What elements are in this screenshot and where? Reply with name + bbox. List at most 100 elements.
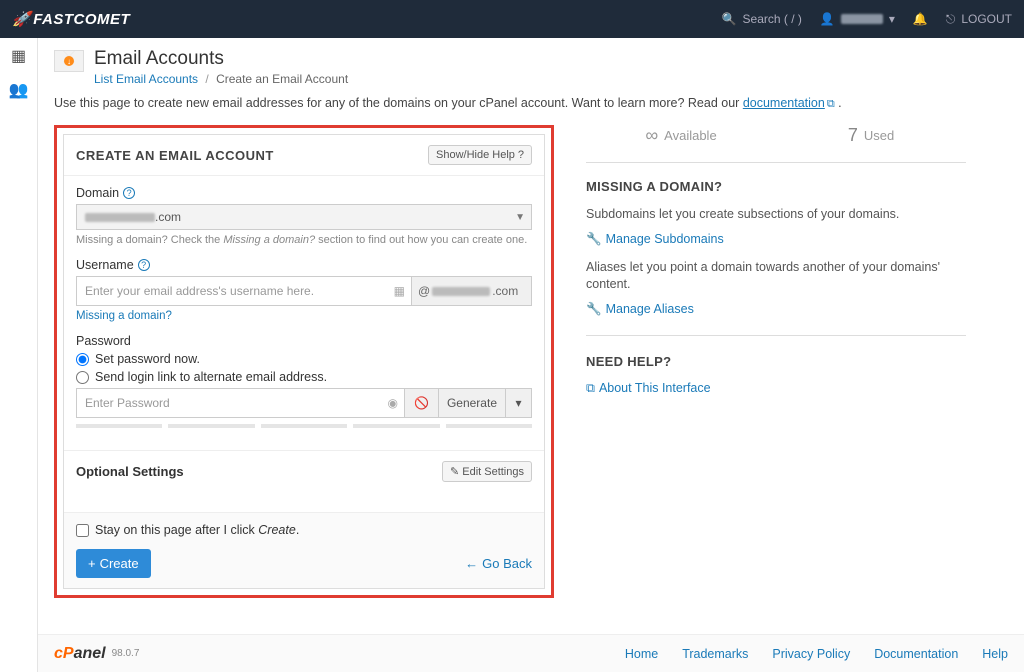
username-group: Username ? Enter your email address's us… bbox=[76, 258, 532, 322]
password-placeholder: Enter Password bbox=[85, 396, 170, 410]
subdomain-text: Subdomains let you create subsections of… bbox=[586, 206, 966, 224]
radio-send-link[interactable]: Send login link to alternate email addre… bbox=[76, 370, 532, 384]
alias-text: Aliases let you point a domain towards a… bbox=[586, 259, 966, 294]
users-icon[interactable]: 👥 bbox=[9, 80, 29, 100]
username-input[interactable]: Enter your email address's username here… bbox=[76, 276, 412, 306]
logout-label: LOGOUT bbox=[961, 12, 1012, 26]
user-menu[interactable]: 👤 ▾ bbox=[820, 12, 895, 26]
username-addon: @ .com bbox=[412, 276, 532, 306]
need-help-heading: NEED HELP? bbox=[586, 354, 966, 369]
page-header: ↓ Email Accounts List Email Accounts / C… bbox=[54, 48, 1008, 86]
available-label: Available bbox=[664, 128, 717, 143]
page-title: Email Accounts bbox=[94, 48, 348, 70]
chevron-down-icon: ▾ bbox=[889, 12, 895, 26]
breadcrumb-current: Create an Email Account bbox=[216, 72, 348, 86]
help-icon[interactable]: ? bbox=[123, 187, 135, 199]
right-column: ∞ Available 7 Used MISSING A DOMAIN? Sub… bbox=[586, 125, 966, 598]
username-placeholder: Enter your email address's username here… bbox=[85, 284, 314, 298]
username-label-text: Username bbox=[76, 258, 134, 272]
panel-body: Domain ? .com ▼ Missing a domain? Check … bbox=[64, 176, 544, 450]
radio-now-input[interactable] bbox=[76, 353, 89, 366]
search-box[interactable]: 🔍 Search ( / ) bbox=[722, 12, 802, 26]
radio-link-label: Send login link to alternate email addre… bbox=[95, 370, 327, 384]
panel-footer: Stay on this page after I click Create. … bbox=[64, 512, 544, 588]
rocket-icon: 🚀 bbox=[12, 10, 31, 28]
arrow-left-icon: ← bbox=[465, 556, 478, 571]
show-hide-help-button[interactable]: Show/Hide Help ? bbox=[428, 145, 532, 165]
wrench-icon: 🔧 bbox=[586, 302, 602, 317]
panel-heading: CREATE AN EMAIL ACCOUNT bbox=[76, 148, 274, 163]
brand-text: FASTCOMET bbox=[33, 11, 130, 28]
search-placeholder: Search ( / ) bbox=[743, 12, 802, 26]
footer-buttons: + Create ← Go Back bbox=[76, 549, 532, 578]
go-back-label: Go Back bbox=[482, 556, 532, 571]
stat-used: 7 Used bbox=[776, 125, 966, 146]
password-strength bbox=[76, 424, 532, 428]
infinity-icon: ∞ bbox=[645, 125, 658, 146]
manage-subdomains-link[interactable]: 🔧 Manage Subdomains bbox=[586, 232, 966, 247]
radio-now-label: Set password now. bbox=[95, 352, 200, 366]
optional-heading: Optional Settings bbox=[76, 464, 184, 479]
generate-button[interactable]: Generate bbox=[439, 388, 506, 418]
radio-set-now[interactable]: Set password now. bbox=[76, 352, 532, 366]
go-back-link[interactable]: ← Go Back bbox=[465, 556, 532, 571]
apps-icon[interactable]: ▦ bbox=[11, 46, 26, 66]
sidebar: ▦ 👥 bbox=[0, 38, 38, 672]
show-help-label: Show/Hide Help bbox=[436, 149, 515, 161]
password-label: Password bbox=[76, 334, 532, 348]
domain-label: Domain ? bbox=[76, 186, 532, 200]
radio-link-input[interactable] bbox=[76, 371, 89, 384]
stay-checkbox[interactable] bbox=[76, 524, 89, 537]
logout-button[interactable]: ⎋ LOGOUT bbox=[946, 12, 1012, 27]
stay-checkbox-row[interactable]: Stay on this page after I click Create. bbox=[76, 523, 532, 537]
footer-link-home[interactable]: Home bbox=[625, 647, 658, 661]
breadcrumb: List Email Accounts / Create an Email Ac… bbox=[94, 72, 348, 86]
brand-logo: 🚀 FASTCOMET bbox=[12, 10, 130, 28]
logout-icon: ⎋ bbox=[946, 12, 956, 27]
generate-dropdown-button[interactable]: ▾ bbox=[506, 388, 532, 418]
bell-icon[interactable]: 🔔 bbox=[913, 12, 928, 26]
columns: CREATE AN EMAIL ACCOUNT Show/Hide Help ?… bbox=[54, 125, 1008, 598]
missing-domain-heading: MISSING A DOMAIN? bbox=[586, 179, 966, 194]
used-number: 7 bbox=[848, 125, 858, 146]
external-link-icon: ⧉ bbox=[586, 381, 595, 396]
manage-aliases-link[interactable]: 🔧 Manage Aliases bbox=[586, 302, 966, 317]
password-row: Enter Password ◉ 🚫 Generate ▾ bbox=[76, 388, 532, 418]
reveal-icon[interactable]: ◉ bbox=[387, 396, 397, 410]
highlight-box: CREATE AN EMAIL ACCOUNT Show/Hide Help ?… bbox=[54, 125, 554, 598]
footer-link-trademarks[interactable]: Trademarks bbox=[682, 647, 748, 661]
edit-settings-button[interactable]: ✎ Edit Settings bbox=[442, 461, 532, 482]
intro-pre: Use this page to create new email addres… bbox=[54, 96, 743, 110]
password-input[interactable]: Enter Password ◉ bbox=[76, 388, 405, 418]
optional-header: Optional Settings ✎ Edit Settings bbox=[64, 450, 544, 492]
documentation-link[interactable]: documentation bbox=[743, 96, 825, 110]
domain-label-text: Domain bbox=[76, 186, 119, 200]
pencil-icon: ✎ bbox=[450, 465, 459, 478]
question-icon: ? bbox=[518, 149, 524, 161]
footer-link-documentation[interactable]: Documentation bbox=[874, 647, 958, 661]
hide-password-button[interactable]: 🚫 bbox=[405, 388, 439, 418]
main-content: ↓ Email Accounts List Email Accounts / C… bbox=[38, 38, 1024, 672]
create-label: Create bbox=[100, 556, 139, 571]
missing-domain-link[interactable]: Missing a domain? bbox=[76, 310, 172, 322]
stat-available: ∞ Available bbox=[586, 125, 776, 146]
about-interface-link[interactable]: ⧉ About This Interface bbox=[586, 381, 966, 396]
version: 98.0.7 bbox=[112, 648, 140, 659]
intro-text: Use this page to create new email addres… bbox=[54, 96, 1008, 111]
breadcrumb-list-link[interactable]: List Email Accounts bbox=[94, 72, 198, 86]
domain-select[interactable]: .com ▼ bbox=[76, 204, 532, 230]
footer-link-privacy[interactable]: Privacy Policy bbox=[772, 647, 850, 661]
addon-redacted bbox=[432, 287, 490, 296]
wrench-icon: 🔧 bbox=[586, 232, 602, 247]
domain-redacted bbox=[85, 213, 155, 222]
user-icon: 👤 bbox=[820, 12, 835, 26]
create-button[interactable]: + Create bbox=[76, 549, 151, 578]
footer-link-help[interactable]: Help bbox=[982, 647, 1008, 661]
chevron-down-icon: ▼ bbox=[515, 212, 525, 223]
need-help-section: NEED HELP? ⧉ About This Interface bbox=[586, 354, 966, 414]
plus-icon: + bbox=[88, 556, 96, 571]
mail-icon: ↓ bbox=[54, 50, 84, 72]
help-icon[interactable]: ? bbox=[138, 259, 150, 271]
topbar: 🚀 FASTCOMET 🔍 Search ( / ) 👤 ▾ 🔔 ⎋ LOGOU… bbox=[0, 0, 1024, 38]
chevron-down-icon: ▾ bbox=[515, 396, 521, 410]
